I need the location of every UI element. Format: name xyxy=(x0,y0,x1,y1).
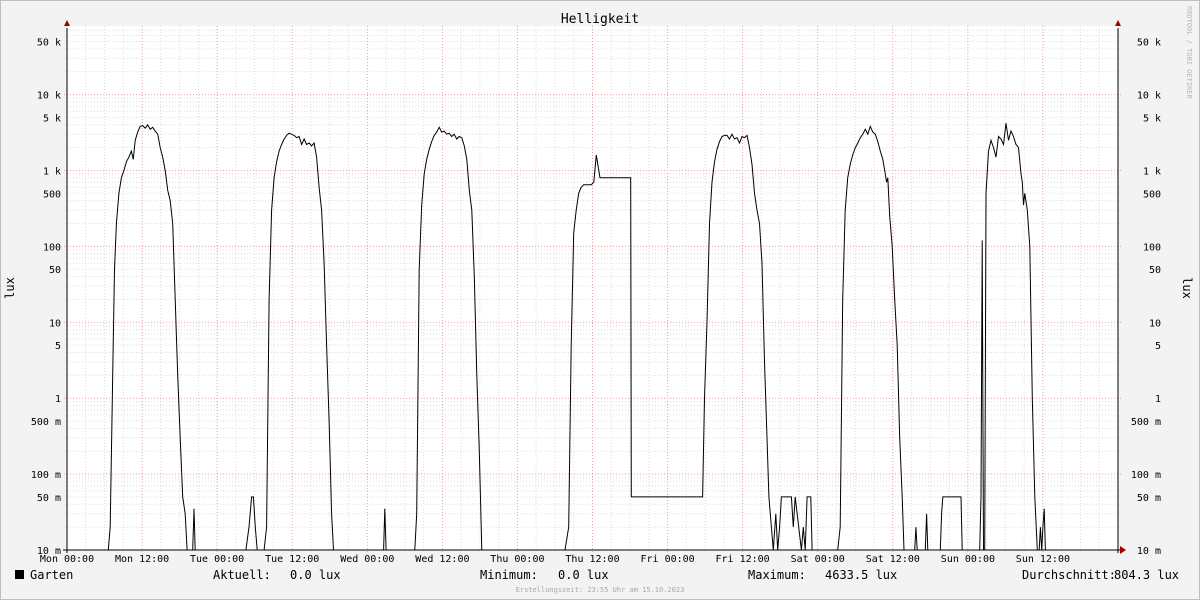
y-tick-label-right: 10 xyxy=(1149,318,1161,329)
y-tick-label-right: 5 k xyxy=(1143,113,1161,124)
rrd-graph: Mon 00:00 Mon 12:00 Tue 00:00 Tue 12:00 Wed … xyxy=(0,0,1200,600)
x-tick-label: Thu 12:00 xyxy=(565,554,619,565)
y-tick-label-left: 5 k xyxy=(43,113,61,124)
y-axis-label-right: lux xyxy=(1180,277,1194,299)
y-tick-label-right: 10 k xyxy=(1137,91,1161,102)
x-tick-label: Wed 12:00 xyxy=(415,554,469,565)
x-tick-label: Sun 12:00 xyxy=(1016,554,1070,565)
stat-avg-value: 804.3 lux xyxy=(1114,568,1179,582)
y-tick-label-left: 500 xyxy=(43,189,61,200)
y-tick-label-left: 50 k xyxy=(37,38,61,49)
x-tick-label: Tue 12:00 xyxy=(265,554,319,565)
y-tick-label-right: 10 m xyxy=(1137,546,1161,557)
y-tick-label-left: 100 m xyxy=(31,470,61,481)
y-tick-label-right: 100 xyxy=(1143,242,1161,253)
y-tick-label-right: 50 m xyxy=(1137,493,1161,504)
stat-avg-label: Durchschnitt: xyxy=(1022,568,1116,582)
y-axis-label-left: lux xyxy=(3,277,17,299)
y-tick-label-left: 100 xyxy=(43,242,61,253)
x-tick-label: Wed 00:00 xyxy=(340,554,394,565)
watermark: RRDTOOL / TOBI OETIKER xyxy=(1185,6,1193,100)
y-tick-label-right: 50 xyxy=(1149,265,1161,276)
stat-min-label: Minimum: xyxy=(480,568,538,582)
y-tick-label-right: 1 k xyxy=(1143,167,1161,178)
y-tick-label-right: 500 xyxy=(1143,189,1161,200)
x-tick-label: Tue 00:00 xyxy=(190,554,244,565)
legend-swatch xyxy=(15,570,24,579)
chart-title: Helligkeit xyxy=(561,12,639,27)
chart-svg: Mon 00:00 Mon 12:00 Tue 00:00 Tue 12:00 Wed … xyxy=(0,0,1200,600)
y-tick-label-right: 500 m xyxy=(1131,417,1161,428)
stat-min-value: 0.0 lux xyxy=(558,568,609,582)
x-tick-label: Thu 00:00 xyxy=(490,554,544,565)
y-tick-label-left: 1 k xyxy=(43,167,61,178)
legend-label: Garten xyxy=(30,568,73,582)
y-tick-label-left: 10 k xyxy=(37,91,61,102)
y-tick-label-right: 1 xyxy=(1155,394,1161,405)
y-tick-label-left: 50 m xyxy=(37,493,61,504)
x-tick-label: Fri 00:00 xyxy=(641,554,695,565)
y-tick-label-left: 50 xyxy=(49,265,61,276)
y-tick-label-right: 50 k xyxy=(1137,38,1161,49)
y-tick-label-right: 100 m xyxy=(1131,470,1161,481)
x-tick-label: Fri 12:00 xyxy=(716,554,770,565)
x-tick-label: Sat 00:00 xyxy=(791,554,845,565)
stat-max-label: Maximum: xyxy=(748,568,806,582)
stat-current-value: 0.0 lux xyxy=(290,568,341,582)
x-tick-label: Sun 00:00 xyxy=(941,554,995,565)
stat-max-value: 4633.5 lux xyxy=(825,568,897,582)
y-tick-label-left: 10 xyxy=(49,318,61,329)
y-tick-label-right: 5 xyxy=(1155,341,1161,352)
x-tick-label: Mon 12:00 xyxy=(115,554,169,565)
footer-timestamp: Erstellungszeit: 23:55 Uhr am 15.10.2023 xyxy=(516,586,685,594)
y-tick-label-left: 1 xyxy=(55,394,61,405)
stat-current-label: Aktuell: xyxy=(213,568,271,582)
y-tick-label-left: 10 m xyxy=(37,546,61,557)
y-tick-label-left: 5 xyxy=(55,341,61,352)
x-tick-label: Sat 12:00 xyxy=(866,554,920,565)
y-tick-label-left: 500 m xyxy=(31,417,61,428)
